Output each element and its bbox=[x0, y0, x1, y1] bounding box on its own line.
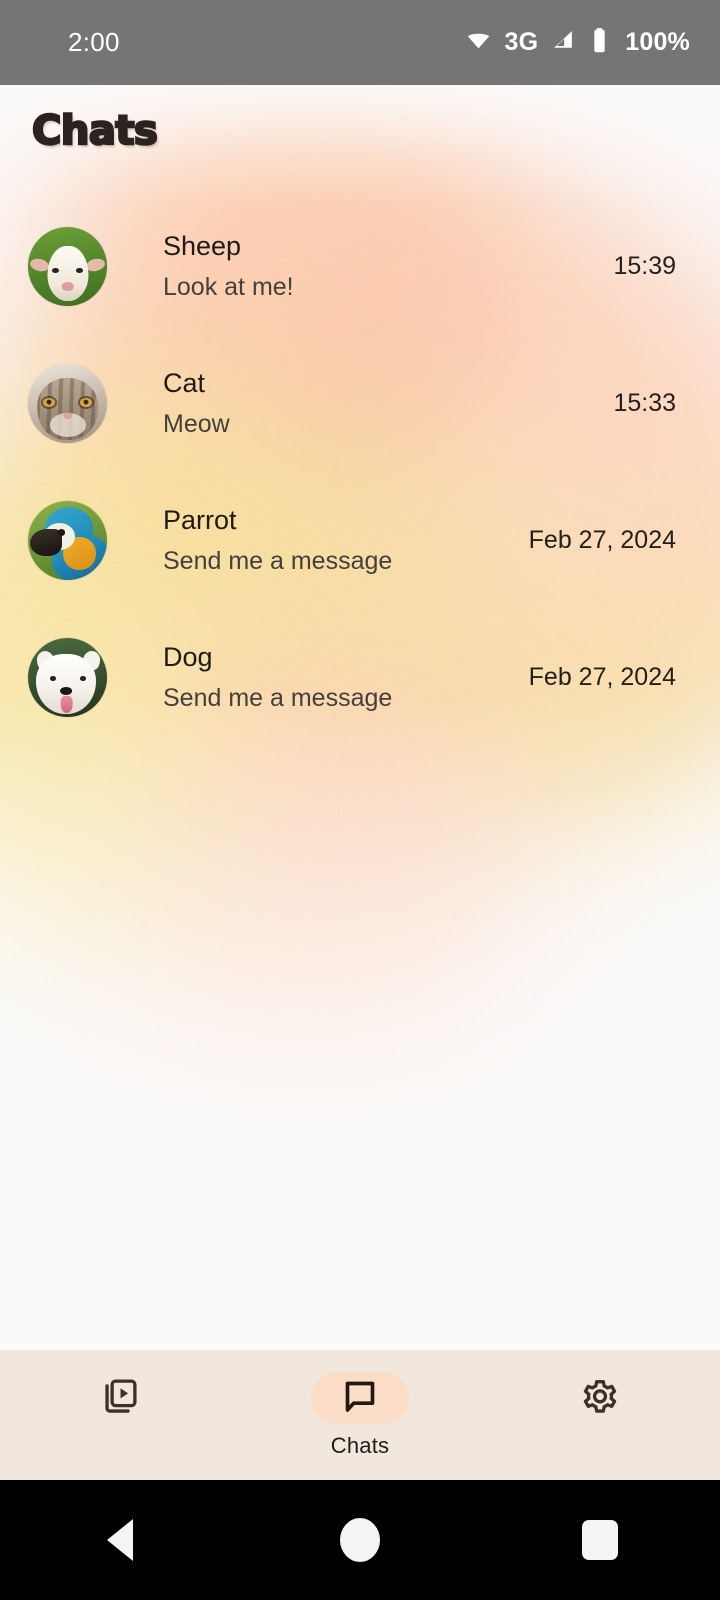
android-system-navigation bbox=[0, 1480, 720, 1600]
chat-name: Sheep bbox=[163, 231, 242, 262]
chat-list-item-dog[interactable]: Dog Send me a message Feb 27, 2024 bbox=[0, 609, 720, 746]
chat-text-block: Sheep Look at me! bbox=[107, 229, 613, 303]
chat-text-block: Cat Meow bbox=[107, 366, 613, 440]
nav-item-media[interactable] bbox=[0, 1350, 240, 1433]
bottom-navigation-bar: Chats bbox=[0, 1350, 720, 1480]
dog-avatar[interactable] bbox=[28, 638, 107, 717]
chat-preview-message: Meow bbox=[163, 410, 230, 439]
chat-text-block: Dog Send me a message bbox=[107, 640, 529, 714]
parrot-avatar[interactable] bbox=[28, 501, 107, 580]
chat-list-item-cat[interactable]: Cat Meow 15:33 bbox=[0, 335, 720, 472]
wifi-icon bbox=[465, 27, 492, 59]
battery-icon bbox=[589, 27, 610, 59]
cat-avatar[interactable] bbox=[28, 364, 107, 443]
nav-label-chats: Chats bbox=[330, 1433, 390, 1458]
sheep-avatar[interactable] bbox=[28, 227, 107, 306]
back-button[interactable] bbox=[60, 1480, 180, 1600]
home-button[interactable] bbox=[300, 1480, 420, 1600]
page-title: Chats bbox=[31, 107, 159, 156]
recents-square-icon bbox=[582, 1520, 618, 1560]
chat-preview-message: Send me a message bbox=[163, 684, 393, 713]
chat-list-item-parrot[interactable]: Parrot Send me a message Feb 27, 2024 bbox=[0, 472, 720, 609]
battery-percentage: 100% bbox=[625, 28, 690, 56]
recents-button[interactable] bbox=[540, 1480, 660, 1600]
phone-screen: 2:00 3G 100% Chats Sheep Look at me! 15:… bbox=[0, 0, 720, 1600]
chat-name: Cat bbox=[163, 368, 206, 399]
chat-timestamp: 15:39 bbox=[613, 252, 676, 280]
chat-list-item-sheep[interactable]: Sheep Look at me! 15:39 bbox=[0, 198, 720, 335]
nav-item-settings[interactable] bbox=[480, 1350, 720, 1433]
status-clock: 2:00 bbox=[68, 27, 120, 57]
chat-timestamp: 15:33 bbox=[613, 389, 676, 417]
chat-preview-message: Send me a message bbox=[163, 547, 393, 576]
back-triangle-icon bbox=[107, 1519, 133, 1561]
chat-text-block: Parrot Send me a message bbox=[107, 503, 529, 577]
gear-icon bbox=[579, 1375, 621, 1422]
chat-bubble-icon bbox=[340, 1376, 380, 1421]
nav-pill-media bbox=[71, 1372, 169, 1424]
home-circle-icon bbox=[340, 1518, 380, 1562]
chat-list: Sheep Look at me! 15:39 Cat Meow 15:33 P… bbox=[0, 198, 720, 746]
signal-icon bbox=[551, 28, 576, 58]
nav-item-chats[interactable]: Chats bbox=[240, 1350, 480, 1459]
chat-timestamp: Feb 27, 2024 bbox=[528, 526, 676, 554]
nav-pill-chats-active bbox=[311, 1372, 409, 1424]
nav-pill-settings bbox=[551, 1372, 649, 1424]
status-bar: 2:00 3G 100% bbox=[0, 0, 720, 85]
chat-preview-message: Look at me! bbox=[163, 273, 294, 302]
chat-name: Dog bbox=[163, 642, 213, 673]
video-library-icon bbox=[99, 1375, 141, 1422]
chat-timestamp: Feb 27, 2024 bbox=[528, 663, 676, 691]
status-indicators: 3G 100% bbox=[465, 27, 691, 59]
network-type-label: 3G bbox=[504, 28, 539, 56]
chat-name: Parrot bbox=[163, 505, 237, 536]
